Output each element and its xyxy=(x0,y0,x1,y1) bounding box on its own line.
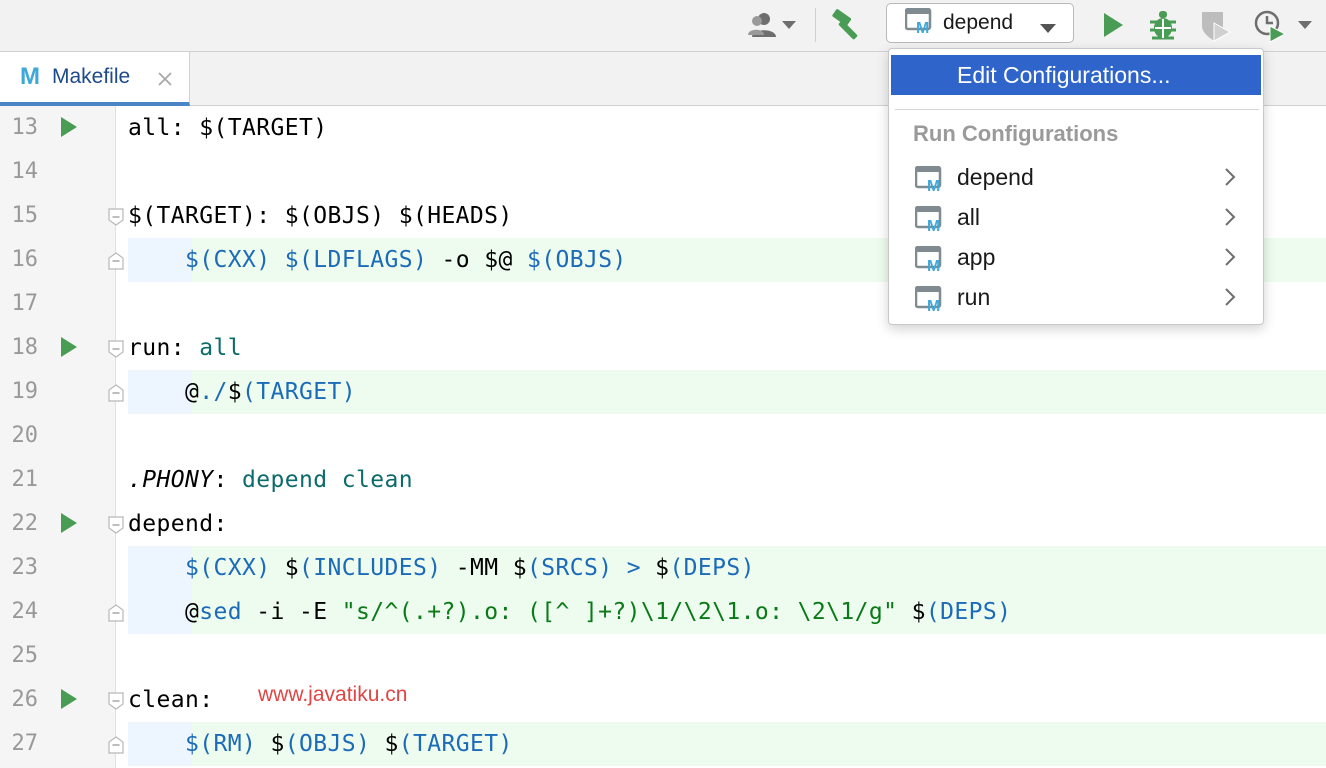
code-text: $(CXX) $(LDFLAGS) -o $@ $(OBJS) xyxy=(185,247,627,273)
run-target-icon[interactable] xyxy=(60,116,78,142)
run-configuration-label: run xyxy=(957,284,991,310)
run-target-icon[interactable] xyxy=(60,512,78,538)
code-line[interactable]: 24 @sed -i -E "s/^(.+?).o: ([^ ]+?)\1/\2… xyxy=(0,590,1326,634)
popup-separator xyxy=(895,109,1259,110)
code-line[interactable]: 25 xyxy=(0,634,1326,678)
line-number: 16 xyxy=(11,247,39,272)
makefile-icon: M xyxy=(914,285,945,316)
code-line[interactable]: 23 $(CXX) $(INCLUDES) -MM $(SRCS) > $(DE… xyxy=(0,546,1326,590)
tab-makefile[interactable]: M Makefile xyxy=(0,52,190,106)
code-text: @./$(TARGET) xyxy=(128,379,356,405)
edit-configurations-item[interactable]: Edit Configurations... xyxy=(891,55,1261,95)
chevron-right-icon[interactable] xyxy=(1223,287,1237,311)
combo-caret-icon xyxy=(1039,19,1057,38)
svg-text:M: M xyxy=(927,298,940,312)
profiler-dropdown-chevron-icon[interactable] xyxy=(1296,18,1314,32)
run-configuration-item-app[interactable]: Mapp xyxy=(889,237,1263,277)
run-target-icon[interactable] xyxy=(60,688,78,714)
fold-end-icon[interactable] xyxy=(107,252,125,274)
line-number: 21 xyxy=(11,467,39,492)
run-icon[interactable] xyxy=(1100,10,1126,40)
code-text: all: $(TARGET) xyxy=(128,115,328,141)
code-text: clean: xyxy=(128,687,214,713)
code-text: run: all xyxy=(128,335,242,361)
makefile-icon: M xyxy=(914,205,945,236)
makefile-icon: M xyxy=(904,7,933,38)
line-number: 15 xyxy=(11,203,39,228)
watermark-text: www.javatiku.cn xyxy=(258,683,408,706)
fold-start-icon[interactable] xyxy=(107,208,125,230)
code-text: .PHONY: depend clean xyxy=(128,467,413,493)
close-icon[interactable] xyxy=(156,70,174,92)
code-text: $(TARGET): $(OBJS) $(HEADS) xyxy=(128,203,513,229)
fold-end-icon[interactable] xyxy=(107,736,125,758)
main-toolbar: M depend xyxy=(0,0,1326,52)
line-number: 19 xyxy=(11,379,39,404)
code-line[interactable]: 19 @./$(TARGET) xyxy=(0,370,1326,414)
svg-text:M: M xyxy=(927,218,940,232)
run-configuration-label: depend xyxy=(943,11,1014,34)
fold-start-icon[interactable] xyxy=(107,692,125,714)
run-configuration-label: all xyxy=(957,204,981,230)
code-line[interactable]: 22 depend: xyxy=(0,502,1326,546)
fold-start-icon[interactable] xyxy=(107,340,125,362)
hammer-icon[interactable] xyxy=(830,8,866,42)
toolbar-separator xyxy=(815,8,816,42)
line-number: 17 xyxy=(11,291,39,316)
code-line[interactable]: 21 .PHONY: depend clean xyxy=(0,458,1326,502)
edit-configurations-label: Edit Configurations... xyxy=(957,61,1171,88)
svg-text:M: M xyxy=(927,258,940,272)
line-number: 22 xyxy=(11,511,39,536)
chevron-down-icon[interactable] xyxy=(780,18,798,32)
makefile-icon: M xyxy=(914,165,945,196)
run-configuration-label: depend xyxy=(957,164,1034,190)
code-line[interactable]: 26 clean: xyxy=(0,678,1326,722)
run-target-icon[interactable] xyxy=(60,336,78,362)
debug-icon[interactable] xyxy=(1146,8,1180,42)
svg-text:M: M xyxy=(927,178,940,192)
fold-end-icon[interactable] xyxy=(107,604,125,626)
fold-start-icon[interactable] xyxy=(107,516,125,538)
run-configurations-popup: Edit Configurations... Run Configuration… xyxy=(888,48,1264,325)
line-number: 23 xyxy=(11,555,39,580)
line-number: 18 xyxy=(11,335,39,360)
fold-end-icon[interactable] xyxy=(107,384,125,406)
code-line[interactable]: 20 xyxy=(0,414,1326,458)
coverage-icon[interactable] xyxy=(1198,8,1234,44)
code-text: depend: xyxy=(128,511,228,537)
code-text: $(RM) $(OBJS) $(TARGET) xyxy=(185,731,513,757)
code-line[interactable]: 27 $(RM) $(OBJS) $(TARGET) xyxy=(0,722,1326,766)
run-configuration-item-depend[interactable]: Mdepend xyxy=(889,157,1263,197)
line-number: 20 xyxy=(11,423,39,448)
code-line[interactable]: 18 run: all xyxy=(0,326,1326,370)
run-configurations-header: Run Configurations xyxy=(913,121,1119,146)
line-number: 27 xyxy=(11,731,39,756)
svg-text:M: M xyxy=(916,20,929,34)
user-icon[interactable] xyxy=(746,10,778,40)
run-configuration-item-run[interactable]: Mrun xyxy=(889,277,1263,317)
profiler-icon[interactable] xyxy=(1252,8,1288,44)
chevron-right-icon[interactable] xyxy=(1223,167,1237,191)
line-number: 24 xyxy=(11,599,39,624)
makefile-icon: M xyxy=(20,63,40,90)
chevron-right-icon[interactable] xyxy=(1223,247,1237,271)
code-text: $(CXX) $(INCLUDES) -MM $(SRCS) > $(DEPS) xyxy=(185,555,755,581)
line-number: 25 xyxy=(11,643,39,668)
run-configuration-label: app xyxy=(957,244,996,270)
line-number: 14 xyxy=(11,159,39,184)
tab-label: Makefile xyxy=(52,65,131,88)
chevron-right-icon[interactable] xyxy=(1223,207,1237,231)
line-number: 26 xyxy=(11,687,39,712)
line-number: 13 xyxy=(11,115,39,140)
run-configuration-selector[interactable]: M depend xyxy=(886,3,1074,43)
makefile-icon: M xyxy=(914,245,945,276)
code-text: @sed -i -E "s/^(.+?).o: ([^ ]+?)\1/\2\1.… xyxy=(128,599,1012,625)
run-configuration-item-all[interactable]: Mall xyxy=(889,197,1263,237)
